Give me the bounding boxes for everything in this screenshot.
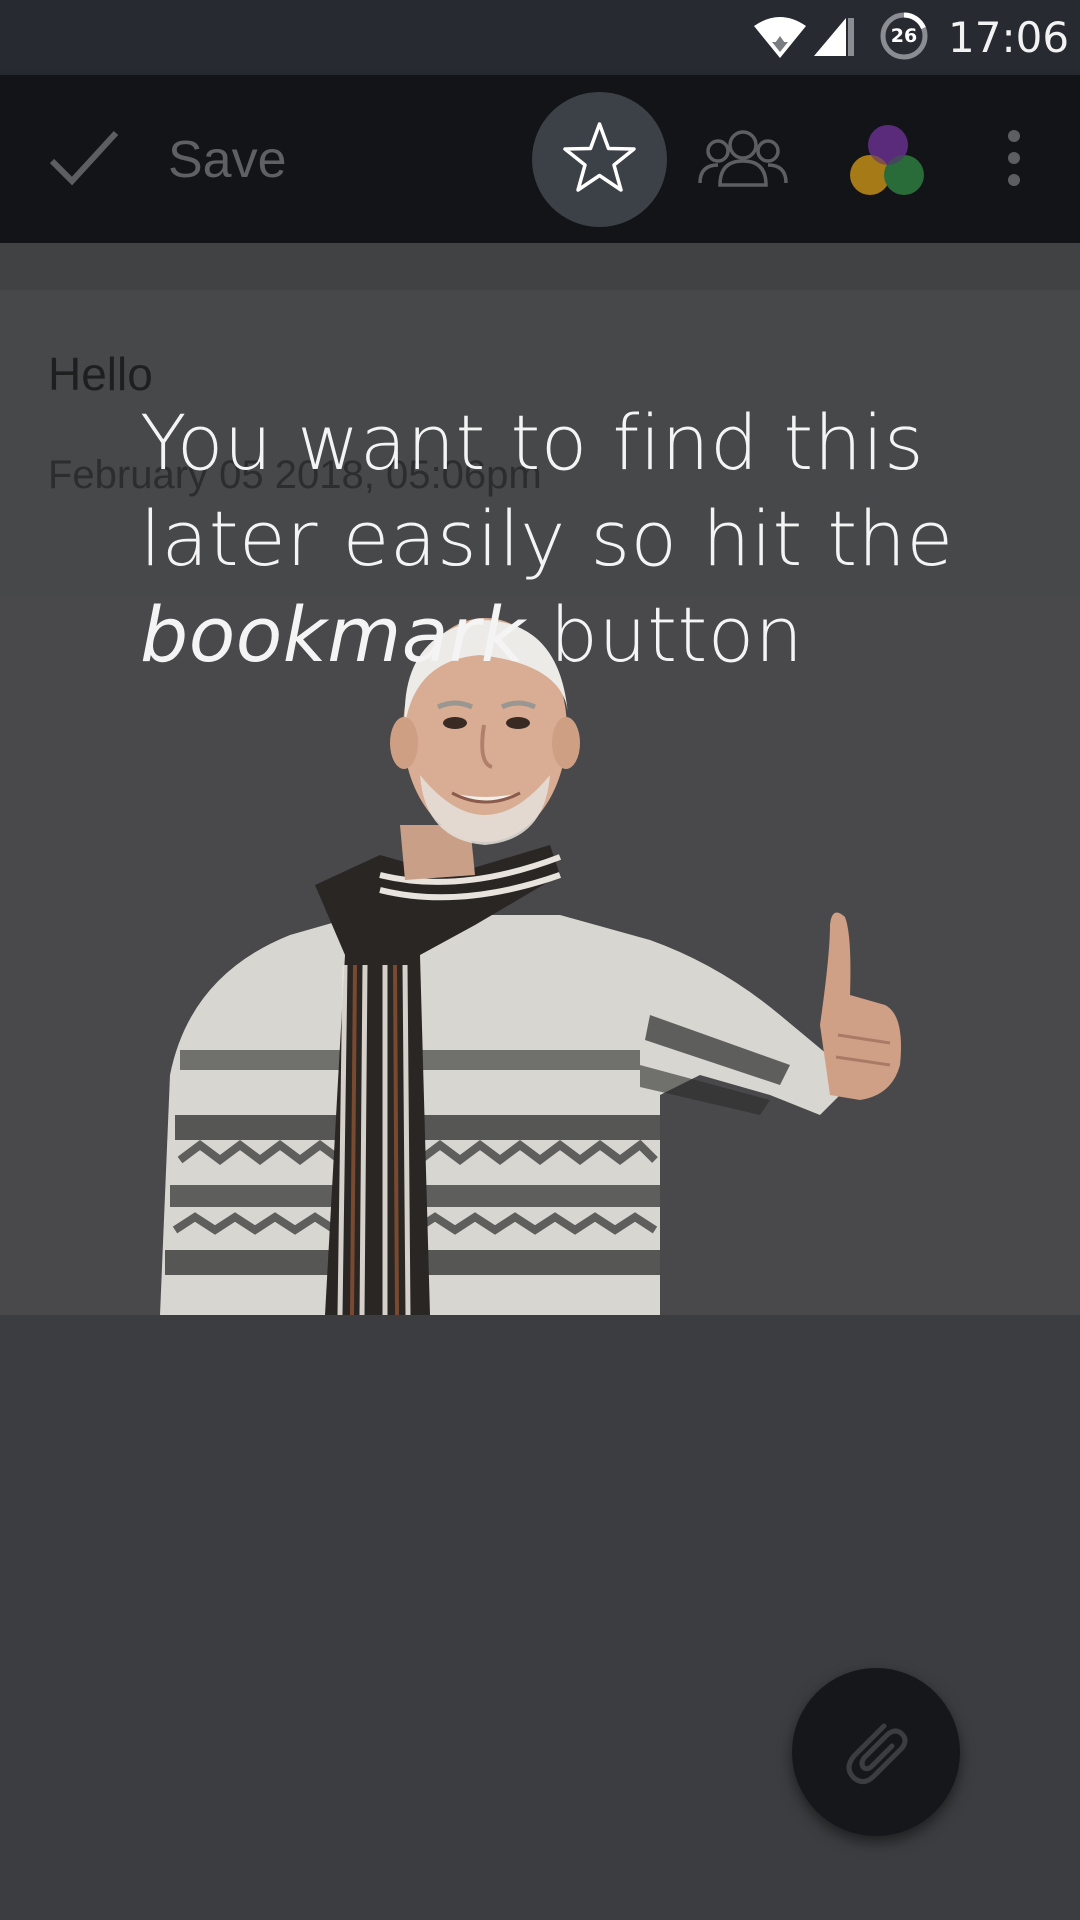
attach-button[interactable] (792, 1668, 960, 1836)
screen: 26 17:06 Save Hello February 05 2018, 05… (0, 0, 1080, 1920)
more-vertical-icon[interactable] (996, 128, 1032, 188)
star-icon (563, 122, 636, 192)
color-circles-icon[interactable] (848, 123, 928, 199)
card-top-band (0, 243, 1080, 295)
status-bar: 26 17:06 (0, 0, 1080, 75)
tutorial-emphasis: bookmark (140, 590, 526, 679)
tutorial-message: You want to find this later easily so hi… (140, 395, 1000, 683)
tutorial-illustration (0, 595, 1080, 1315)
tutorial-line-3-rest: button (525, 590, 804, 679)
tutorial-line-1: You want to find this (140, 398, 925, 487)
cell-signal-icon (814, 18, 854, 56)
thumbs-up-person-image (160, 618, 901, 1315)
note-title[interactable]: Hello (48, 346, 153, 402)
people-icon[interactable] (698, 125, 788, 193)
battery-level-text: 26 (890, 25, 918, 47)
check-icon[interactable] (48, 125, 120, 189)
paperclip-icon (846, 1723, 908, 1784)
bookmark-button[interactable] (532, 92, 667, 227)
tutorial-line-2: later easily so hit the (140, 494, 954, 583)
status-clock: 17:06 (948, 13, 1070, 62)
save-button[interactable]: Save (168, 130, 287, 190)
toolbar: Save (0, 75, 1080, 243)
wifi-icon (754, 17, 806, 58)
tutorial-line-3: bookmark button (140, 587, 1000, 683)
